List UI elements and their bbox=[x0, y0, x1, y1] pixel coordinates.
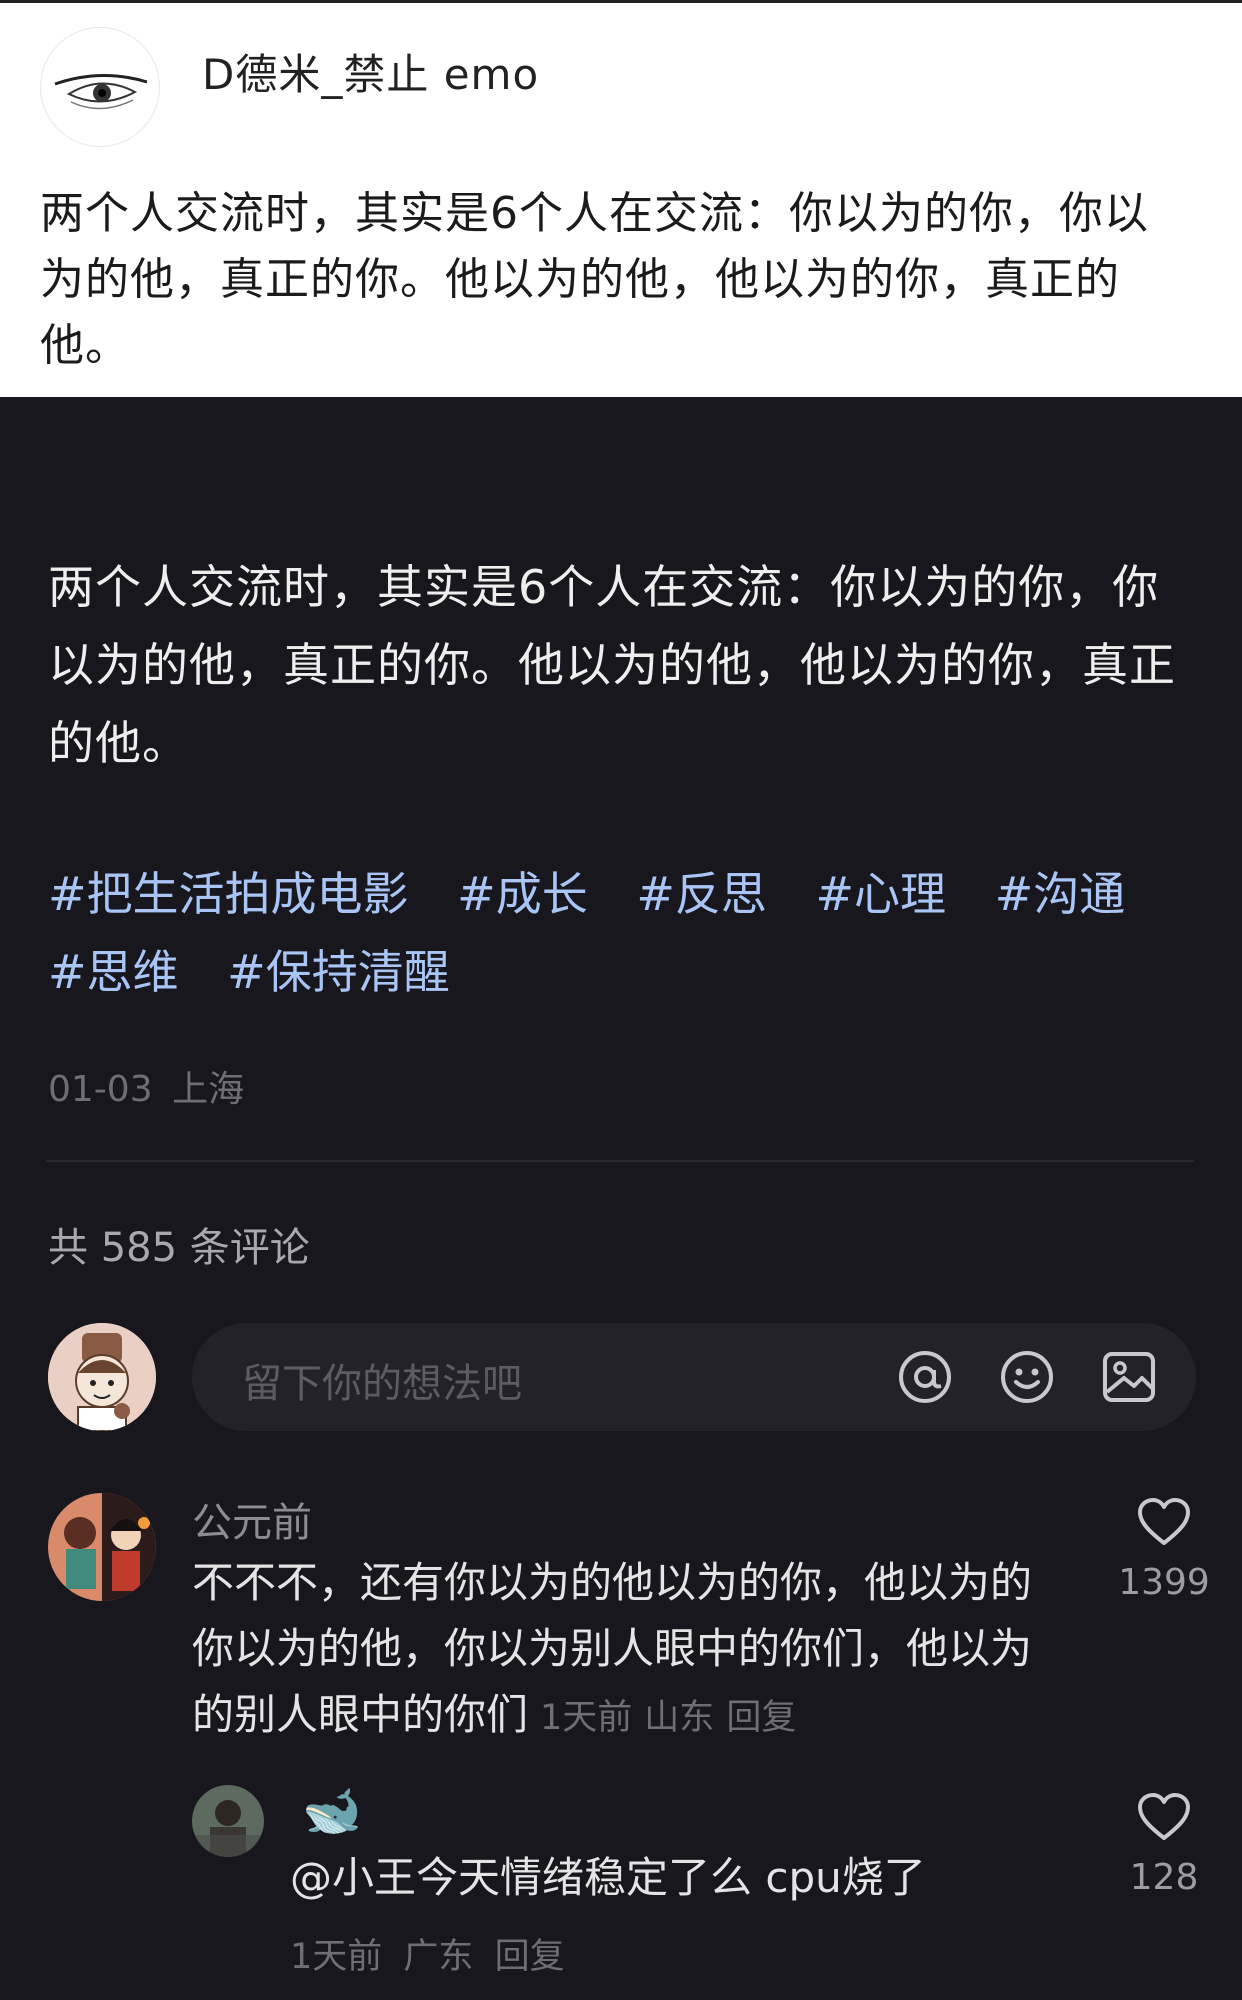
comment-location: 山东 bbox=[644, 1698, 715, 1738]
original-poster-name[interactable]: D德米_禁止 emo bbox=[202, 41, 539, 102]
divider bbox=[46, 1160, 1194, 1162]
hashtag[interactable]: #保持清醒 bbox=[227, 945, 450, 999]
emoji-icon[interactable] bbox=[998, 1348, 1056, 1406]
comment-input-placeholder: 留下你的想法吧 bbox=[242, 1361, 522, 1407]
eye-drawing-icon bbox=[54, 74, 148, 110]
post-date: 01-03 bbox=[48, 1069, 153, 1110]
hashtag[interactable]: #沟通 bbox=[995, 867, 1126, 921]
cartoon-avatar-icon bbox=[48, 1323, 156, 1431]
reply-button[interactable]: 回复 bbox=[495, 1937, 565, 1977]
at-icon[interactable] bbox=[896, 1348, 954, 1406]
illustrated-avatar-icon bbox=[48, 1493, 156, 1601]
post-location: 上海 bbox=[172, 1069, 245, 1110]
heart-icon[interactable] bbox=[1136, 1792, 1192, 1842]
hashtag[interactable]: #思维 bbox=[48, 945, 179, 999]
replier-name[interactable]: 🐋 bbox=[302, 1782, 362, 1839]
hashtag[interactable]: #心理 bbox=[816, 867, 947, 921]
hashtag-list: #把生活拍成电影 #成长 #反思 #心理 #沟通 #思维 #保持清醒 bbox=[48, 855, 1198, 1011]
comment-text: 不不不，还有你以为的他以为的你，他以为的你以为的他，你以为别人眼中的你们，他以为… bbox=[192, 1550, 1072, 1751]
reply-meta: 1天前 广东 回复 bbox=[290, 1928, 565, 1979]
hashtag[interactable]: #成长 bbox=[457, 867, 588, 921]
reply-button[interactable]: 回复 bbox=[726, 1698, 796, 1738]
original-post-text: 两个人交流时，其实是6个人在交流：你以为的你，你以为的他，真正的你。他以为的他，… bbox=[40, 188, 1149, 371]
reply-text: @小王今天情绪稳定了么 cpu烧了 bbox=[290, 1853, 926, 1902]
heart-icon[interactable] bbox=[1136, 1497, 1192, 1547]
photo-avatar-icon bbox=[192, 1785, 264, 1857]
like-count: 128 bbox=[1129, 1857, 1199, 1898]
comment-count: 共 585 条评论 bbox=[48, 1225, 310, 1271]
comment-input[interactable]: 留下你的想法吧 bbox=[192, 1323, 1196, 1431]
reply-location: 广东 bbox=[403, 1937, 474, 1977]
commenter-name[interactable]: 公元前 bbox=[192, 1490, 312, 1548]
comment-time: 1天前 bbox=[540, 1698, 633, 1738]
my-avatar[interactable] bbox=[48, 1323, 156, 1431]
reply-time: 1天前 bbox=[290, 1937, 383, 1977]
original-poster-avatar[interactable] bbox=[40, 27, 160, 147]
replier-avatar[interactable] bbox=[192, 1785, 264, 1857]
post-text: 两个人交流时，其实是6个人在交流：你以为的你，你以为的他，真正的你。他以为的他，… bbox=[48, 560, 1176, 770]
original-post-card: D德米_禁止 emo 两个人交流时，其实是6个人在交流：你以为的你，你以为的他，… bbox=[0, 0, 1242, 397]
hashtag[interactable]: #反思 bbox=[636, 867, 767, 921]
hashtag[interactable]: #把生活拍成电影 bbox=[48, 867, 409, 921]
like-count: 1399 bbox=[1118, 1562, 1210, 1603]
commenter-avatar[interactable] bbox=[48, 1493, 156, 1601]
image-icon[interactable] bbox=[1100, 1348, 1158, 1406]
post-meta: 01-03 上海 bbox=[48, 1060, 244, 1112]
